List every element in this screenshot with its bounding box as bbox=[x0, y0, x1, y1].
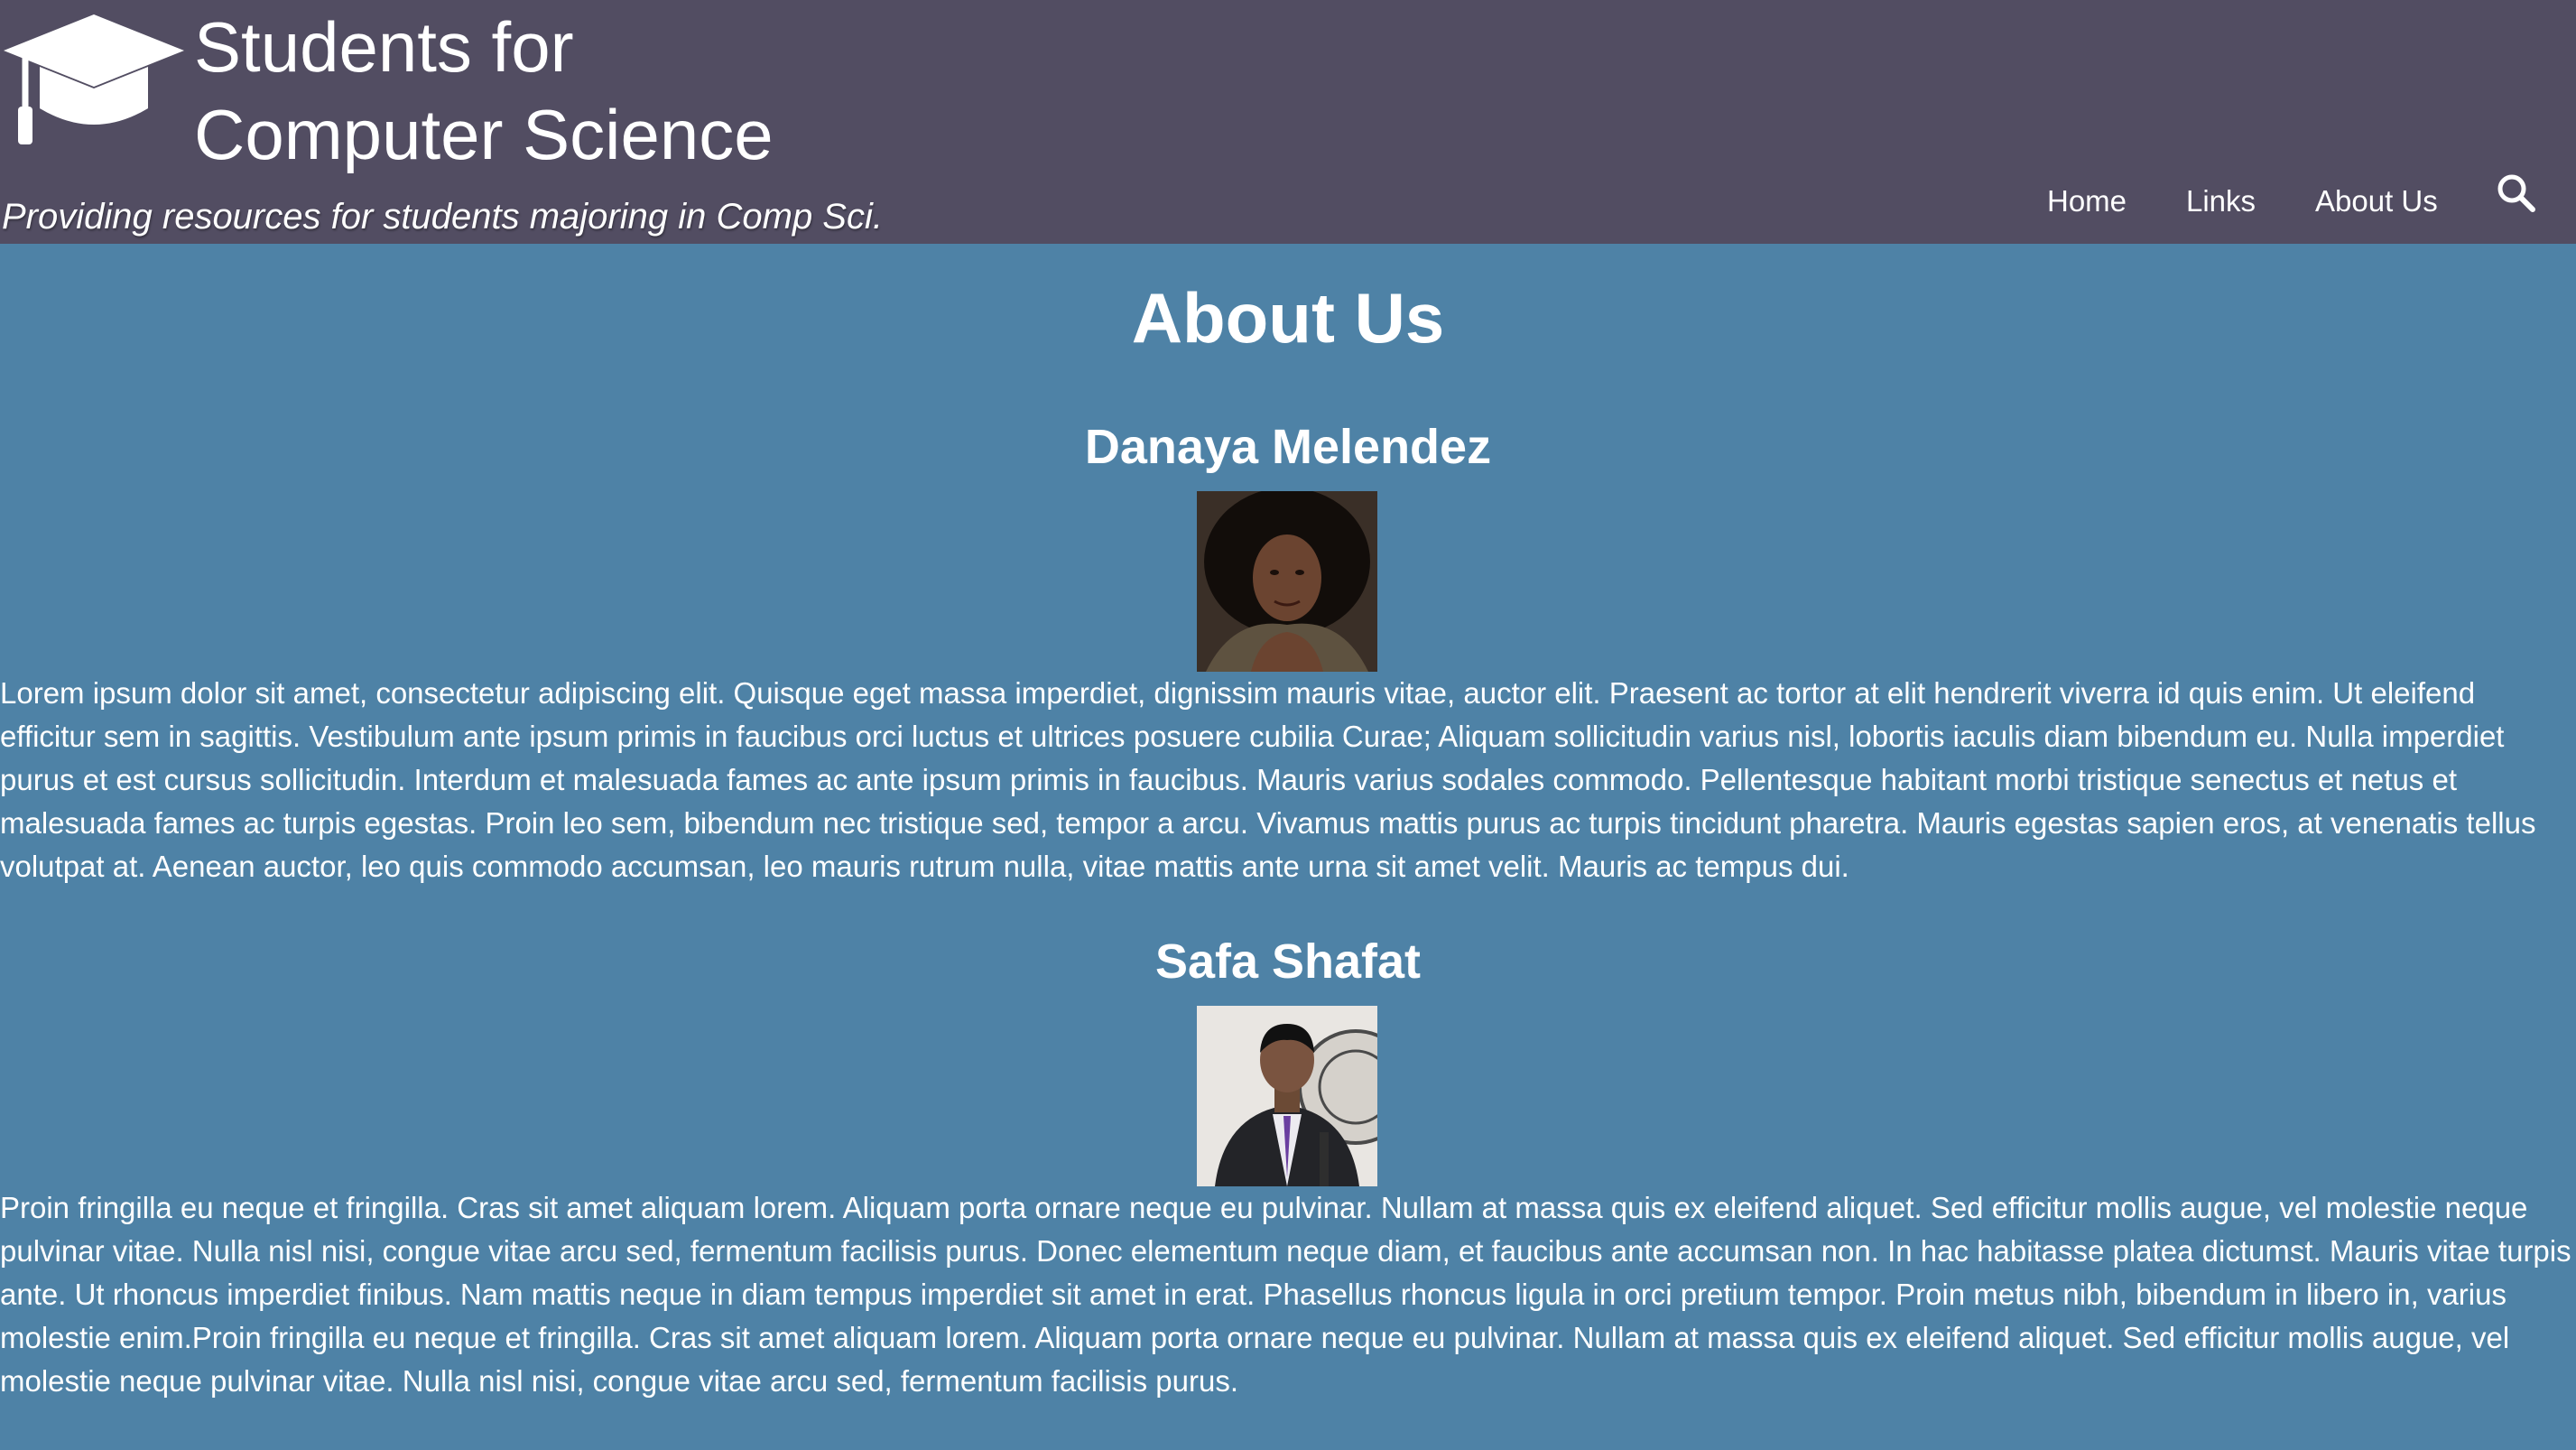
nav-link-home[interactable]: Home bbox=[2047, 179, 2127, 224]
nav-link-links[interactable]: Links bbox=[2186, 179, 2256, 224]
site-header: Students for Computer Science Providing … bbox=[0, 0, 2576, 244]
site-title-line1: Students for bbox=[194, 7, 574, 87]
member-bio: Proin fringilla eu neque et fringilla. C… bbox=[0, 1191, 2571, 1398]
nav-link-about-us[interactable]: About Us bbox=[2315, 179, 2438, 224]
member-photo bbox=[1197, 1006, 1377, 1186]
search-icon[interactable] bbox=[2495, 172, 2536, 213]
member-name: Danaya Melendez bbox=[1084, 420, 1492, 474]
site-title-line2: Computer Science bbox=[194, 95, 774, 174]
site-title[interactable]: Students for Computer Science bbox=[194, 4, 774, 179]
member-name: Safa Shafat bbox=[1154, 934, 1422, 989]
page-title: About Us bbox=[1131, 278, 1445, 358]
member-bio: Lorem ipsum dolor sit amet, consectetur … bbox=[0, 676, 2536, 883]
graduation-cap-icon bbox=[4, 14, 184, 144]
member-photo bbox=[1197, 491, 1377, 672]
site-tagline: Providing resources for students majorin… bbox=[2, 197, 883, 237]
